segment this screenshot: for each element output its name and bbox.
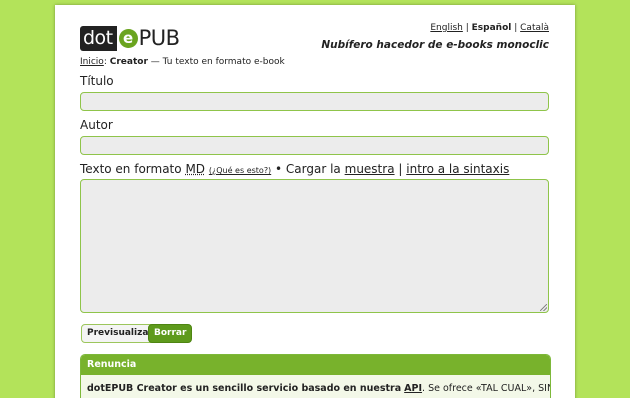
author-label: Autor xyxy=(80,118,113,132)
site-tagline: Nubífero hacedor de e-books monoclic xyxy=(321,39,549,51)
lang-catalan-link[interactable]: Català xyxy=(520,23,549,33)
link-separator: | xyxy=(398,162,403,176)
language-switcher: English | Español | Català xyxy=(430,23,549,33)
markdown-textarea[interactable] xyxy=(80,179,549,313)
bullet-separator: • xyxy=(275,162,283,176)
disclaimer-heading: Renuncia xyxy=(81,355,550,375)
sample-link[interactable]: muestra xyxy=(345,162,395,176)
logo-pub-part: PUB xyxy=(138,26,180,50)
breadcrumb-description: — Tu texto en formato e-book xyxy=(150,57,285,67)
breadcrumb: Inicio: Creator — Tu texto en formato e-… xyxy=(80,57,285,67)
lang-separator: | xyxy=(514,23,518,33)
lang-spanish-current: Español xyxy=(471,23,512,33)
syntax-intro-link[interactable]: intro a la sintaxis xyxy=(406,162,509,176)
text-label-prefix: Texto en formato xyxy=(80,162,182,176)
breadcrumb-separator: : xyxy=(103,57,107,67)
load-prefix: Cargar la xyxy=(285,162,341,176)
title-input[interactable] xyxy=(80,92,549,111)
api-link[interactable]: API xyxy=(404,383,422,394)
disclaimer-panel: Renuncia dotEPUB Creator es un sencillo … xyxy=(80,354,551,398)
clear-button[interactable]: Borrar xyxy=(148,324,193,343)
disclaimer-body: dotEPUB Creator es un sencillo servicio … xyxy=(81,375,550,398)
breadcrumb-home-link[interactable]: Inicio xyxy=(80,57,104,67)
lang-separator: | xyxy=(465,23,469,33)
lang-english-link[interactable]: English xyxy=(430,23,463,33)
logo-e-badge: e xyxy=(118,29,138,48)
breadcrumb-current: Creator xyxy=(109,57,148,67)
title-label: Título xyxy=(80,74,114,88)
resize-grip-icon[interactable] xyxy=(540,304,547,311)
author-input[interactable] xyxy=(80,136,549,155)
main-container: dot e PUB Inicio: Creator — Tu texto en … xyxy=(55,5,575,398)
whats-this-link[interactable]: (¿Qué es esto?) xyxy=(209,166,271,175)
md-link[interactable]: MD xyxy=(185,162,205,176)
logo-dot-part: dot xyxy=(80,26,117,51)
dotepub-logo[interactable]: dot e PUB xyxy=(80,26,180,51)
disclaimer-text-rest: . Se ofrece «TAL CUAL», SIN xyxy=(422,383,551,394)
text-label: Texto en formato MD (¿Qué es esto?) • Ca… xyxy=(80,162,509,176)
disclaimer-text: dotEPUB Creator es un sencillo servicio … xyxy=(87,383,402,394)
